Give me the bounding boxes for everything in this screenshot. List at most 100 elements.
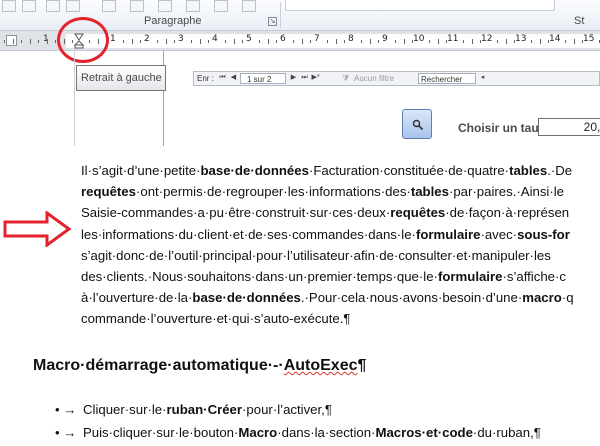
ruler-number: 7 (314, 34, 320, 44)
text-run: s’agit·donc·de·l’outil·principal·pour·l’… (81, 247, 551, 263)
ruler-number: 14 (549, 34, 561, 44)
bold-text: macro (522, 290, 562, 306)
ruler-tick (55, 40, 56, 43)
bold-text: requêtes (390, 205, 446, 221)
ruler-number: 1 (110, 34, 116, 44)
rate-label: Choisir un taux (458, 121, 546, 135)
next-record-icon[interactable]: ▶ (289, 74, 298, 83)
paragraph-line: des·clients.·Nous·souhaitons·dans·un·pre… (81, 266, 600, 287)
ruler-tick (582, 40, 583, 43)
paragraph-line: les·informations·du·client·et·de·ses·com… (81, 224, 600, 245)
ribbon-button[interactable] (242, 0, 256, 12)
ribbon-button[interactable] (102, 0, 116, 12)
tooltip: Retrait à gauche (76, 65, 166, 91)
ruler-tick (539, 39, 541, 44)
ruler-tick (369, 39, 371, 44)
paragraph-line: s’agit·donc·de·l’outil·principal·pour·l’… (81, 245, 600, 266)
ruler-tick (327, 40, 328, 43)
ruler-number: 4 (212, 34, 218, 44)
ruler-tick (505, 39, 507, 44)
annotation-circle (57, 17, 109, 63)
text-run: les·informations·du·client·et·de·ses·com… (81, 226, 416, 242)
ruler-tick (29, 39, 31, 44)
scroll-left-icon[interactable]: ◂ (478, 74, 487, 83)
rate-input[interactable]: 20,0 (538, 118, 600, 136)
record-position-field[interactable]: 1 sur 2 (240, 73, 286, 84)
bold-text: tables (410, 184, 449, 200)
list-item: • → Cliquer·sur·le·ruban·Créer·pour·l’act… (55, 398, 541, 421)
text-run: ·avec· (480, 226, 518, 242)
filter-icon[interactable]: ⧩ (342, 74, 349, 84)
styles-gallery[interactable] (285, 0, 555, 11)
ruler-tick (446, 40, 447, 43)
bullet-marker: • → (55, 425, 77, 440)
ruler-tick (208, 40, 209, 43)
first-record-icon[interactable]: ⏮ (218, 74, 227, 83)
search-field[interactable]: Rechercher (418, 73, 476, 84)
previous-record-icon[interactable]: ◀ (229, 74, 238, 83)
ruler-tick (463, 40, 464, 43)
ribbon-button[interactable] (22, 0, 36, 12)
bold-text: Macros·et·code (375, 425, 473, 440)
text-run: .·De (547, 163, 573, 178)
search-button[interactable] (402, 109, 432, 139)
ribbon-button[interactable] (130, 0, 144, 12)
ribbon-button[interactable] (214, 0, 228, 12)
heading-text: Macro·démarrage·automatique·-· (33, 357, 284, 374)
tab-selector[interactable] (6, 35, 17, 46)
text-run: ·dans·la·section· (277, 425, 376, 440)
paragraph-line: Saisie-commandes·a·pu·être·construit·sur… (81, 202, 600, 223)
text-run: Cliquer·sur·le· (83, 402, 167, 417)
ruler-tick (429, 40, 430, 43)
dialog-launcher-icon[interactable]: ↘ (268, 17, 277, 26)
last-record-icon[interactable]: ⏭ (300, 74, 309, 83)
ruler-tick (131, 39, 133, 44)
ruler-tick (21, 40, 22, 43)
record-position: 1 sur 2 (247, 75, 272, 84)
text-run: Il·s’agit·d’une·petite· (81, 163, 201, 178)
ruler-number: 10 (413, 34, 425, 44)
ruler-tick (361, 40, 362, 43)
ruler-tick (276, 40, 277, 43)
filter-status[interactable]: Aucun filtre (354, 74, 394, 83)
bold-text: tables (509, 163, 548, 178)
ribbon-button[interactable] (66, 0, 80, 12)
text-run: ·de·façon·à·représen (445, 205, 570, 221)
ruler-tick (497, 40, 498, 43)
ruler-tick (242, 40, 243, 43)
text-run: Puis·cliquer·sur·le·bouton· (83, 425, 239, 440)
ruler-tick (259, 40, 260, 43)
document-paragraph: Il·s’agit·d’une·petite·base·de·données·F… (81, 160, 600, 330)
text-run: ·du·ruban,¶ (472, 425, 541, 440)
ruler-tick (165, 39, 167, 44)
ruler-tick (199, 39, 201, 44)
ruler-number: 11 (447, 34, 459, 44)
ribbon-button[interactable] (2, 0, 16, 12)
text-run: à·l’ouverture·de·la· (81, 290, 193, 306)
text-run: ·par·paires.·Ainsi·le (448, 184, 565, 200)
ribbon-button[interactable] (46, 0, 60, 12)
ruler-tick (174, 40, 175, 43)
ruler-number: 9 (382, 34, 388, 44)
record-label: Enr : (197, 74, 214, 83)
ruler-number: 13 (515, 34, 527, 44)
ruler-tick (548, 40, 549, 43)
paragraph-line: requêtes·ont·permis·de·regrouper·les·inf… (81, 181, 600, 202)
ribbon-button[interactable] (186, 0, 200, 12)
ruler-tick (123, 40, 124, 43)
heading-keyword: AutoExec (283, 357, 358, 374)
ribbon-button[interactable] (158, 0, 172, 12)
new-record-icon[interactable]: ▶* (311, 74, 320, 83)
text-run: ·s’affiche·c (502, 268, 566, 284)
ruler-tick (225, 40, 226, 43)
ruler-tick (565, 40, 566, 43)
list-item: • → Puis·cliquer·sur·le·bouton·Macro·dans… (55, 421, 541, 444)
ruler-tick (140, 40, 141, 43)
ruler-tick (480, 40, 481, 43)
text-run: commande·l’ouverture·et·qui·s’auto-exécu… (81, 311, 351, 327)
styles-group-label: St (574, 15, 585, 27)
section-heading: Macro·démarrage·automatique·-·AutoExec¶ (33, 357, 366, 375)
paragraph-line: commande·l’ouverture·et·qui·s’auto-exécu… (81, 308, 600, 329)
bold-text: base·de·données (200, 163, 309, 178)
ruler-tick (573, 39, 575, 44)
